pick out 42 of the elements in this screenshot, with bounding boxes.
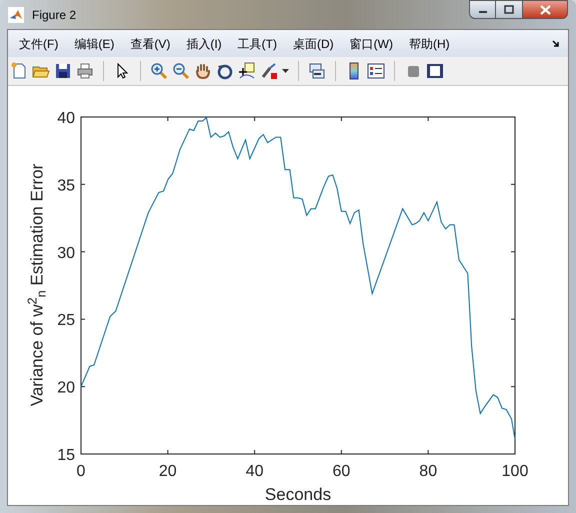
y-tick-label: 35 (57, 177, 75, 194)
x-tick-label: 60 (332, 463, 350, 480)
zoom-in-icon[interactable] (150, 62, 168, 80)
menu-item[interactable]: 桌面(D) (286, 32, 341, 56)
app-logo-icon (8, 6, 24, 22)
zoom-out-icon[interactable] (172, 62, 190, 80)
menu-item[interactable]: 窗口(W) (342, 32, 400, 56)
legend-icon[interactable] (367, 62, 385, 80)
data-cursor-icon[interactable] (238, 62, 256, 80)
menu-item[interactable]: 帮助(H) (402, 32, 457, 56)
x-tick-label: 100 (502, 463, 528, 480)
close-button[interactable] (522, 0, 568, 19)
y-tick-label: 40 (57, 110, 75, 127)
x-axis-label: Seconds (264, 485, 332, 504)
menu-item[interactable]: 编辑(E) (67, 32, 122, 56)
y-tick-label: 15 (57, 447, 75, 464)
save-icon[interactable] (54, 62, 72, 80)
hand-icon[interactable] (194, 62, 212, 80)
menu-item[interactable]: 插入(I) (179, 32, 229, 56)
y-tick-label: 20 (57, 380, 75, 397)
minimize-button[interactable] (469, 0, 496, 19)
dock-arrow-icon (552, 40, 560, 48)
rotate-icon[interactable] (216, 62, 234, 80)
x-tick-label: 0 (76, 463, 86, 480)
print-icon[interactable] (76, 62, 94, 80)
show-tools-icon[interactable] (426, 62, 444, 80)
link-icon[interactable] (308, 62, 326, 80)
brush-icon[interactable] (260, 62, 278, 80)
maximize-icon (504, 5, 514, 14)
menu-item[interactable]: 文件(F) (12, 32, 66, 56)
x-tick-label: 20 (158, 463, 177, 480)
menu-item[interactable]: 工具(T) (230, 32, 284, 56)
new-file-icon[interactable] (10, 62, 28, 80)
menu-item[interactable]: 查看(V) (123, 32, 178, 56)
caret-icon[interactable] (282, 68, 289, 74)
maximize-button[interactable] (496, 0, 522, 19)
y-tick-label: 25 (57, 312, 75, 330)
y-tick-label: 30 (57, 244, 75, 262)
x-tick-label: 80 (419, 463, 438, 480)
window-title: Figure 2 (32, 6, 76, 24)
close-icon (540, 4, 550, 14)
x-tick-label: 40 (246, 463, 264, 480)
